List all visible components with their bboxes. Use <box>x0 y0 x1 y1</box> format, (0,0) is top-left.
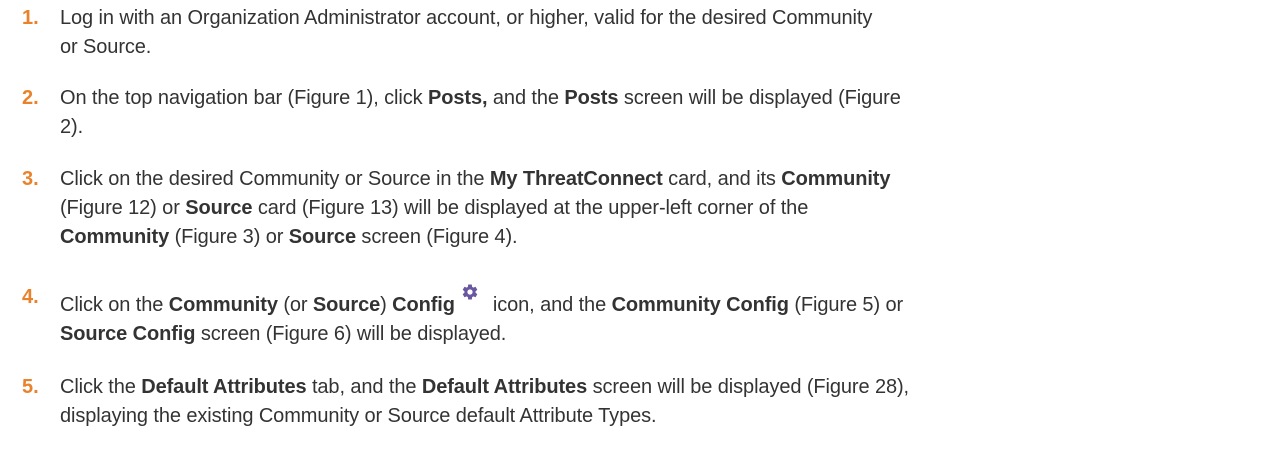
ui-term: Posts <box>564 87 619 109</box>
text-run: Click on the <box>60 294 169 316</box>
text-run: screen (Figure 6) will be displayed. <box>195 323 507 345</box>
step-text: On the top navigation bar (Figure 1), cl… <box>60 84 1235 142</box>
step-line: Log in with an Organization Administrato… <box>60 7 873 29</box>
procedure-steps: 1. Log in with an Organization Administr… <box>0 0 1265 473</box>
text-run: and the <box>487 87 565 109</box>
step-line: Click on the desired Community or Source… <box>60 165 1235 194</box>
ui-term: Source <box>312 294 381 316</box>
step-number: 5. <box>22 376 39 398</box>
step-text: Click on the desired Community or Source… <box>60 165 1235 252</box>
text-run: tab, and the <box>306 376 422 398</box>
step-line: (Figure 12) or Source card (Figure 13) w… <box>60 194 1235 223</box>
step-text: Click the Default Attributes tab, and th… <box>60 373 1235 431</box>
step-line: Click the Default Attributes tab, and th… <box>60 373 1235 402</box>
text-run: Click on the desired Community or Source… <box>60 168 490 190</box>
text-run: (or <box>277 294 313 316</box>
ui-term: Source Config <box>60 323 196 345</box>
text-run: (Figure 3) or <box>169 226 289 248</box>
text-run: screen will be displayed (Figure 28), <box>587 376 910 398</box>
step-line: displaying the existing Community or Sou… <box>60 405 657 427</box>
text-run: icon, and the <box>492 294 612 316</box>
ui-term: Community <box>168 294 278 316</box>
step-line: On the top navigation bar (Figure 1), cl… <box>60 84 1235 113</box>
text-run: card (Figure 13) will be displayed at th… <box>252 197 809 219</box>
step-number: 2. <box>22 87 39 109</box>
text-run: screen will be displayed (Figure <box>618 87 901 109</box>
step-number: 1. <box>22 7 39 29</box>
step-line: 2). <box>60 116 84 138</box>
gear-icon <box>461 283 479 301</box>
text-run: ) <box>380 294 393 316</box>
text-run: (Figure 12) or <box>60 197 186 219</box>
ui-term: Community <box>781 168 891 190</box>
step-line: Community (Figure 3) or Source screen (F… <box>60 223 1235 252</box>
ui-term: Posts, <box>428 87 488 109</box>
step-line: Source Config screen (Figure 6) will be … <box>60 320 1235 349</box>
text-run: (Figure 5) or <box>788 294 904 316</box>
ui-term: Source <box>185 197 253 219</box>
ui-term: Default Attributes <box>141 376 307 398</box>
text-run: On the top navigation bar (Figure 1), cl… <box>60 87 429 109</box>
step-line: Click on the Community (or Source) Confi… <box>60 283 1235 320</box>
step-text: Log in with an Organization Administrato… <box>60 4 1235 62</box>
text-run: Click the <box>60 376 142 398</box>
ui-term: Community Config <box>611 294 789 316</box>
text-run: screen (Figure 4). <box>355 226 518 248</box>
step-text: Click on the Community (or Source) Confi… <box>60 283 1235 349</box>
ui-term: My ThreatConnect <box>489 168 663 190</box>
step-number: 3. <box>22 168 39 190</box>
ui-term: Default Attributes <box>421 376 588 398</box>
text-run: card, and its <box>662 168 782 190</box>
step-number: 4. <box>22 286 39 308</box>
ui-term: Community <box>60 226 170 248</box>
ui-term: Source <box>288 226 356 248</box>
step-line: or Source. <box>60 36 152 58</box>
ui-term: Config <box>392 294 455 316</box>
